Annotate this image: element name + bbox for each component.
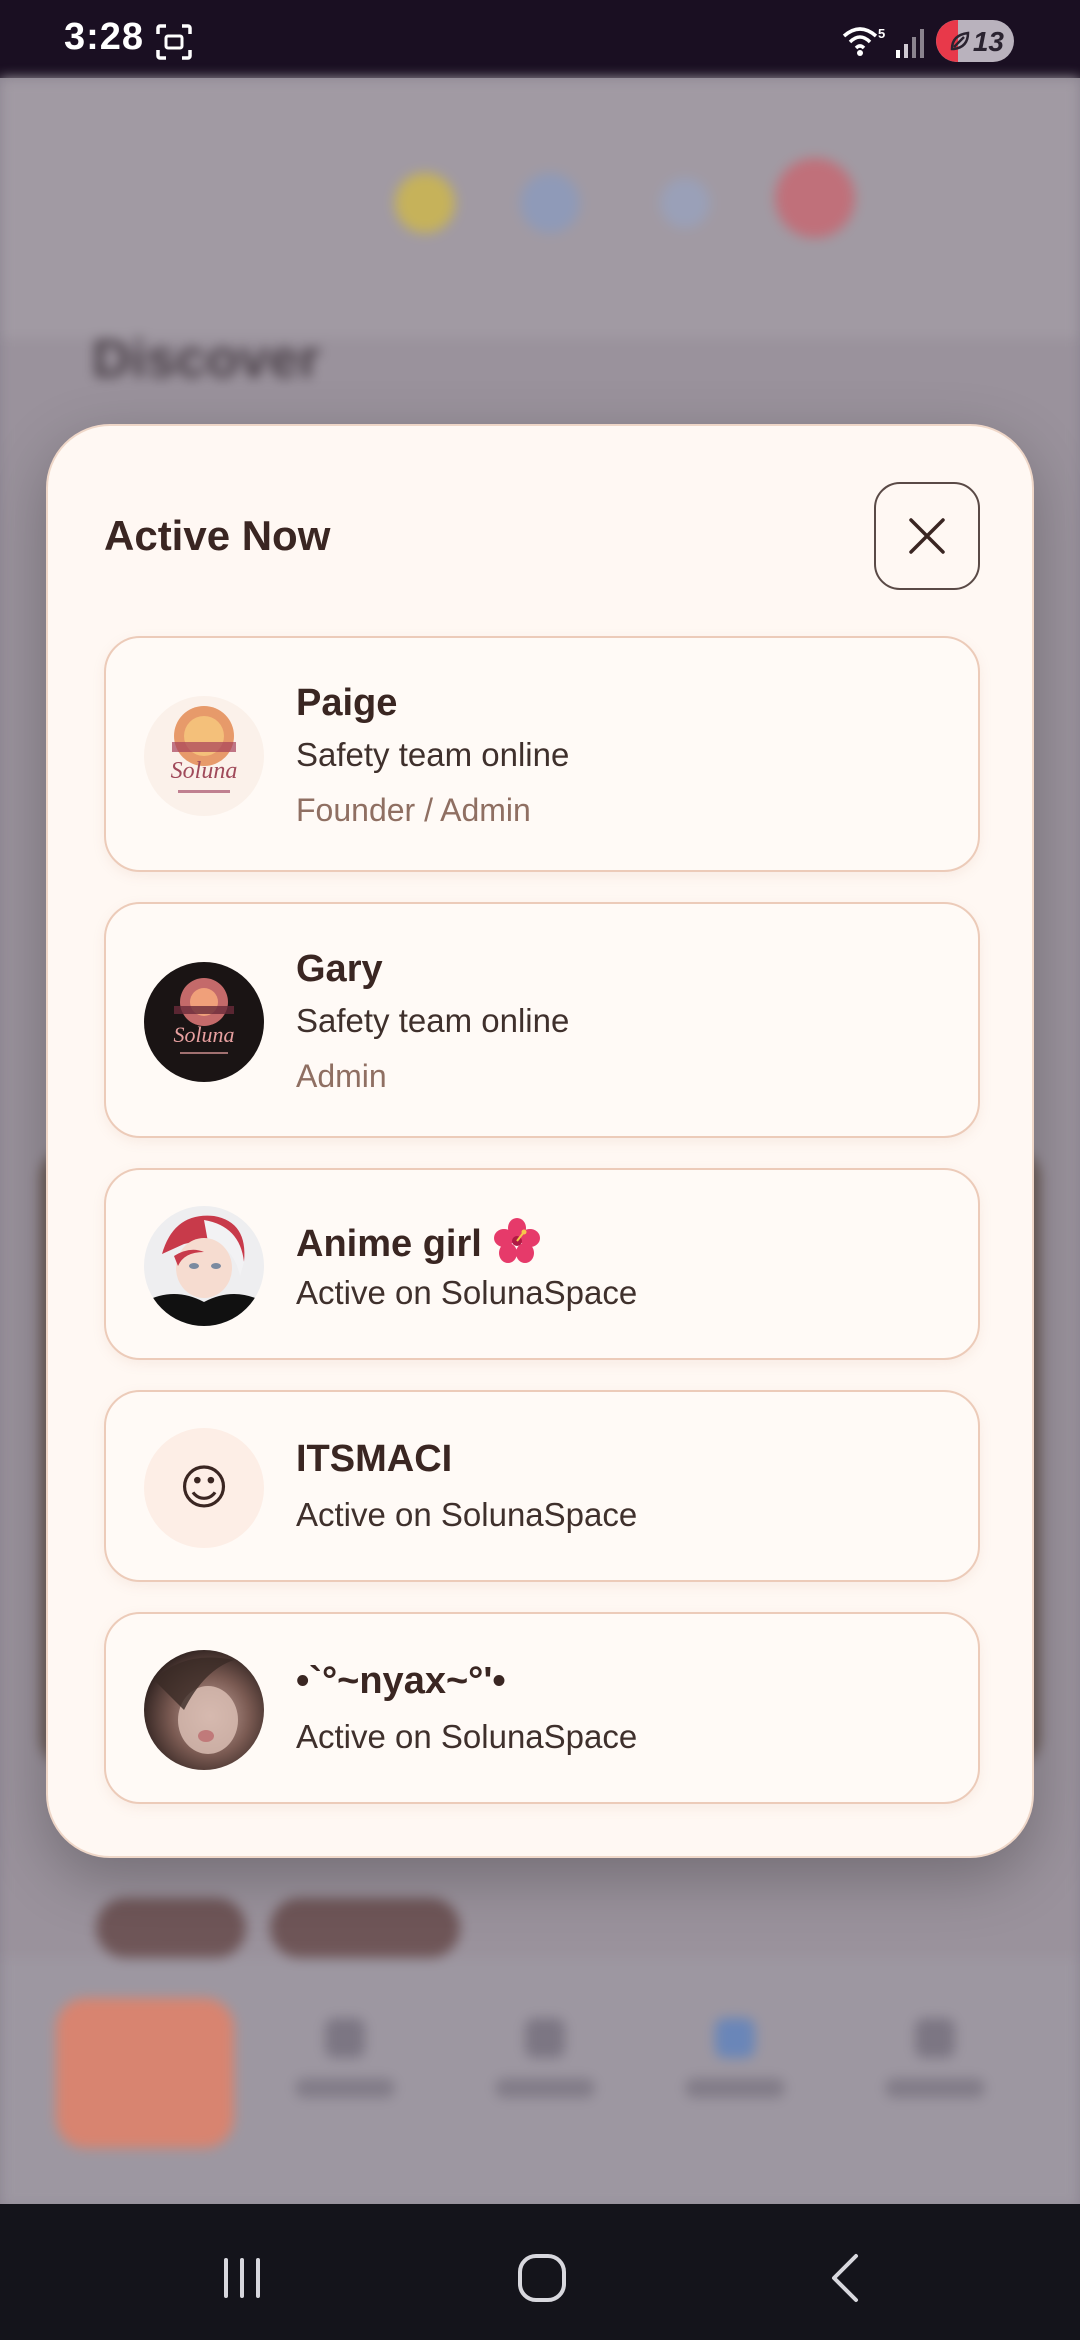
avatar: Soluna bbox=[144, 962, 264, 1082]
signal-icon bbox=[896, 29, 924, 58]
active-user-card[interactable]: ☺ ITSMACI Active on SolunaSpace bbox=[104, 1390, 980, 1582]
wifi-icon: 5 bbox=[842, 26, 885, 56]
user-name-text: Anime girl bbox=[296, 1223, 482, 1265]
active-user-card[interactable]: Soluna Gary Safety team online Admin bbox=[104, 902, 980, 1138]
status-bar: 3:28 5 13 bbox=[0, 0, 1080, 78]
active-user-card[interactable]: •`°~nyax~°'• Active on SolunaSpace bbox=[104, 1612, 980, 1804]
user-name: Gary bbox=[296, 948, 383, 990]
home-icon[interactable] bbox=[512, 2248, 572, 2308]
hibiscus-icon bbox=[494, 1218, 541, 1263]
recents-icon[interactable] bbox=[212, 2248, 272, 2308]
active-user-card[interactable]: Anime girl Active on SolunaSpace bbox=[104, 1168, 980, 1360]
background-nav-item bbox=[490, 2018, 600, 2138]
screen: 3:28 5 13 Discover Active Now Soluna Pai… bbox=[0, 0, 1080, 2340]
default-avatar-icon: ☺ bbox=[144, 1428, 264, 1548]
user-name: Paige bbox=[296, 682, 398, 724]
battery-saver-icon bbox=[950, 31, 970, 51]
user-role: Admin bbox=[296, 1058, 387, 1094]
close-button[interactable] bbox=[874, 482, 980, 590]
svg-text:Soluna: Soluna bbox=[171, 758, 238, 784]
svg-text:5: 5 bbox=[878, 26, 885, 41]
background-icon bbox=[395, 173, 455, 233]
user-status: Active on SolunaSpace bbox=[296, 1496, 638, 1533]
avatar bbox=[144, 1650, 264, 1770]
background-nav-item bbox=[880, 2018, 990, 2138]
background-nav-item bbox=[290, 2018, 400, 2138]
battery-icon: 13 bbox=[936, 20, 1014, 62]
user-status: Active on SolunaSpace bbox=[296, 1274, 638, 1311]
svg-text:Soluna: Soluna bbox=[173, 1022, 234, 1047]
user-status: Active on SolunaSpace bbox=[296, 1718, 638, 1755]
background-icon bbox=[520, 173, 580, 233]
active-user-card[interactable]: Soluna Paige Safety team online Founder … bbox=[104, 636, 980, 872]
status-time: 3:28 bbox=[64, 16, 145, 58]
background-header bbox=[0, 78, 1080, 338]
user-name: Anime girl bbox=[296, 1218, 541, 1266]
close-icon bbox=[909, 518, 945, 554]
user-role: Founder / Admin bbox=[296, 792, 531, 828]
active-now-modal: Active Now Soluna Paige Safety team onli… bbox=[46, 424, 1034, 1858]
user-name: ITSMACI bbox=[296, 1438, 453, 1480]
avatar bbox=[144, 1206, 264, 1326]
background-chip bbox=[96, 1898, 246, 1958]
battery-level: 13 bbox=[972, 26, 1004, 57]
modal-title: Active Now bbox=[104, 512, 331, 559]
background-avatar bbox=[775, 158, 855, 238]
background-nav-active bbox=[56, 1998, 234, 2148]
user-name: •`°~nyax~°'• bbox=[296, 1660, 506, 1702]
background-chip bbox=[270, 1898, 460, 1958]
background-title: Discover bbox=[92, 329, 321, 389]
avatar: Soluna bbox=[144, 696, 264, 816]
screenshot-icon bbox=[156, 24, 192, 60]
background-icon bbox=[660, 178, 710, 228]
user-status: Safety team online bbox=[296, 1002, 570, 1039]
user-status: Safety team online bbox=[296, 736, 570, 773]
background-nav-item bbox=[680, 2018, 790, 2138]
system-nav-bar bbox=[0, 2204, 1080, 2340]
back-icon[interactable] bbox=[816, 2248, 876, 2308]
